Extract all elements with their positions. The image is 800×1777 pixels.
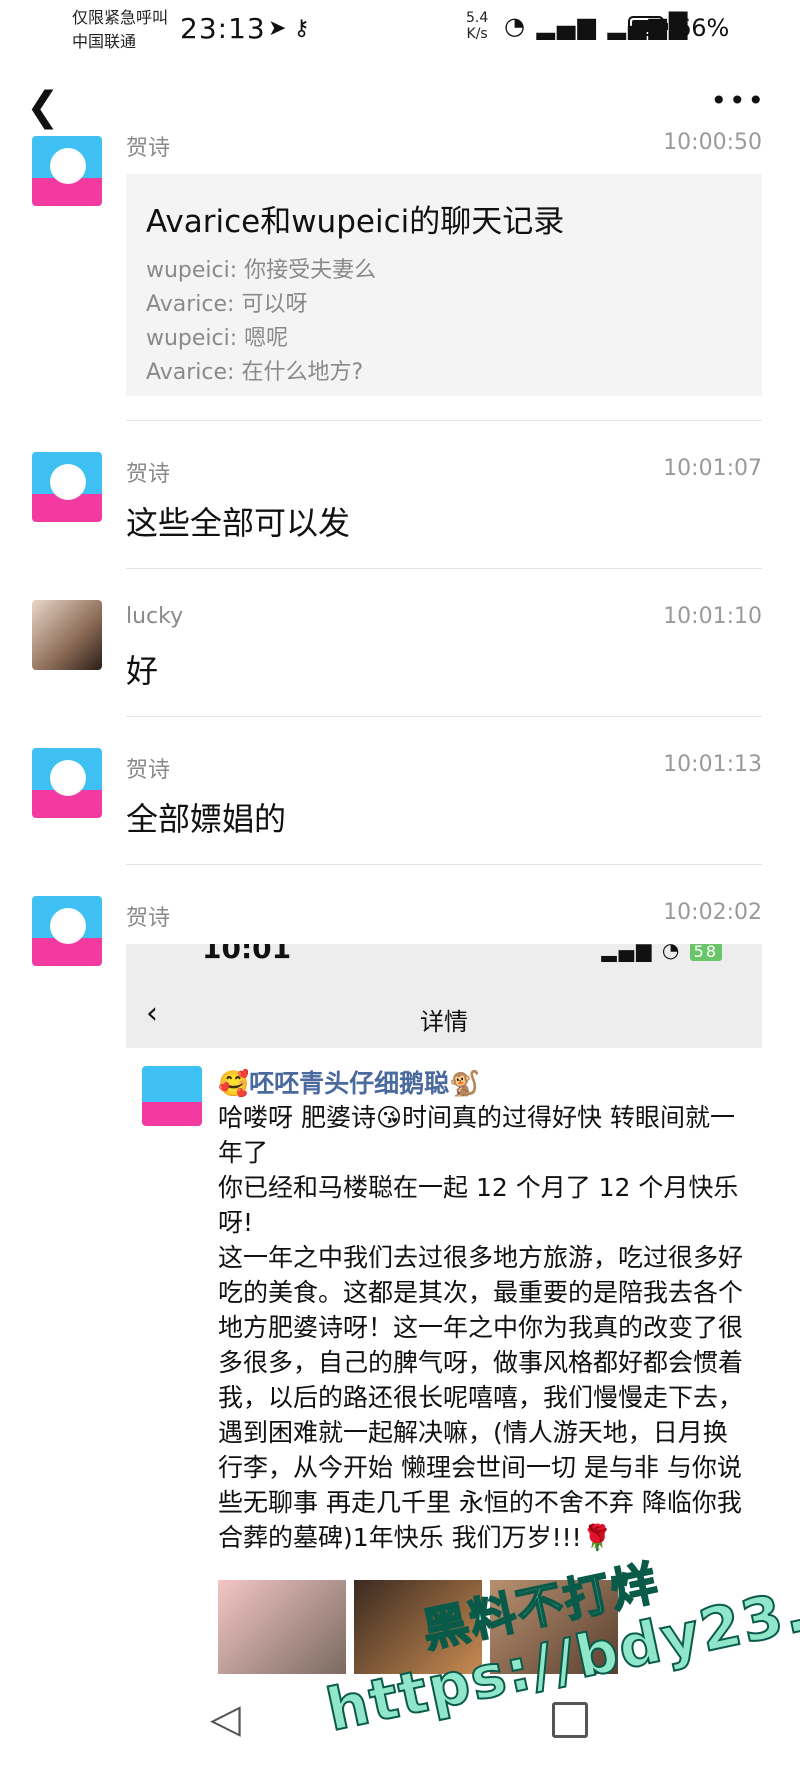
sender-name: 贺诗 <box>126 906 171 931</box>
screenshot-battery: 58 <box>689 944 722 961</box>
bear-avatar[interactable] <box>32 452 102 522</box>
sender-name: 贺诗 <box>126 136 171 161</box>
chat-record-line: Avarice: 可以呀 <box>146 292 308 317</box>
chat-record-card[interactable]: Avarice和wupeici的聊天记录 wupeici: 你接受夫妻么 Ava… <box>126 174 762 396</box>
net-speed-unit: K/s <box>466 26 488 42</box>
carrier-line1: 仅限紧急呼叫 <box>72 8 169 27</box>
battery-icon <box>628 16 668 36</box>
carrier-line2: 中国联通 <box>72 32 137 51</box>
screenshot-status-icons: ▂▄▆ ◔ 58 <box>601 944 722 962</box>
divider <box>126 864 762 865</box>
post-body: 哈喽呀 肥婆诗😘时间真的过得好快 转眼间就一年了 你已经和马楼聪在一起 12 个… <box>218 1103 744 1552</box>
divider <box>126 716 762 717</box>
poster-avatar <box>142 1066 202 1126</box>
message-text[interactable]: 这些全部可以发 <box>126 498 350 544</box>
status-bar: 仅限紧急呼叫 中国联通 23:13 ➤ ⚷ 5.4 K/s ◔ ▂▄▆ ▂▄▆█… <box>0 0 800 60</box>
triangle-back-icon[interactable]: ◁ <box>210 1696 241 1742</box>
sender-name: 贺诗 <box>126 462 171 487</box>
chevron-left-icon[interactable]: ❮ <box>26 84 60 130</box>
message-time: 10:02:02 <box>663 900 762 925</box>
divider <box>126 420 762 421</box>
message-time: 10:01:10 <box>663 604 762 629</box>
carrier-info: 仅限紧急呼叫 中国联通 <box>72 6 168 54</box>
battery-percent: 66% <box>676 14 730 42</box>
status-time: 23:13 <box>180 12 266 45</box>
divider <box>126 568 762 569</box>
message-text[interactable]: 好 <box>126 646 158 692</box>
photo-avatar[interactable] <box>32 600 102 670</box>
net-speed: 5.4 K/s <box>466 10 488 42</box>
chat-record-title: Avarice和wupeici的聊天记录 <box>146 204 565 240</box>
sender-name: lucky <box>126 604 184 629</box>
sender-name: 贺诗 <box>126 758 171 783</box>
chat-record-line: Avarice: 在什么地方? <box>146 360 364 385</box>
status-icons: ➤ ⚷ <box>268 16 310 41</box>
wifi-icon: ◔ <box>504 12 527 40</box>
wifi-icon: ◔ <box>661 944 682 962</box>
chat-record-line: wupeici: 嗯呢 <box>146 326 289 351</box>
telegram-icon: ➤ <box>268 16 287 41</box>
poster-name: 🥰呸呸青头仔细鹅聪🐒 <box>218 1069 481 1098</box>
bear-avatar[interactable] <box>32 748 102 818</box>
screenshot-header: 10:01 ▂▄▆ ◔ 58 ‹ 详情 <box>126 944 762 1048</box>
message-time: 10:00:50 <box>663 130 762 155</box>
bear-avatar[interactable] <box>32 136 102 206</box>
message-time: 10:01:07 <box>663 456 762 481</box>
battery-tip <box>665 23 668 30</box>
signal-strength-icon: ▂▄▆ <box>536 12 598 40</box>
screenshot-time: 10:01 <box>202 944 292 965</box>
message-time: 10:01:13 <box>663 752 762 777</box>
net-speed-value: 5.4 <box>466 10 489 26</box>
bear-avatar[interactable] <box>32 896 102 966</box>
signal-icon: ▂▄▆ <box>601 944 654 962</box>
more-horizontal-icon[interactable]: ••• <box>710 84 766 117</box>
key-icon: ⚷ <box>293 16 310 41</box>
battery-fill <box>632 20 650 32</box>
chat-record-line: wupeici: 你接受夫妻么 <box>146 258 377 283</box>
message-text[interactable]: 全部嫖娼的 <box>126 794 286 840</box>
screenshot-title: 详情 <box>420 1008 468 1036</box>
